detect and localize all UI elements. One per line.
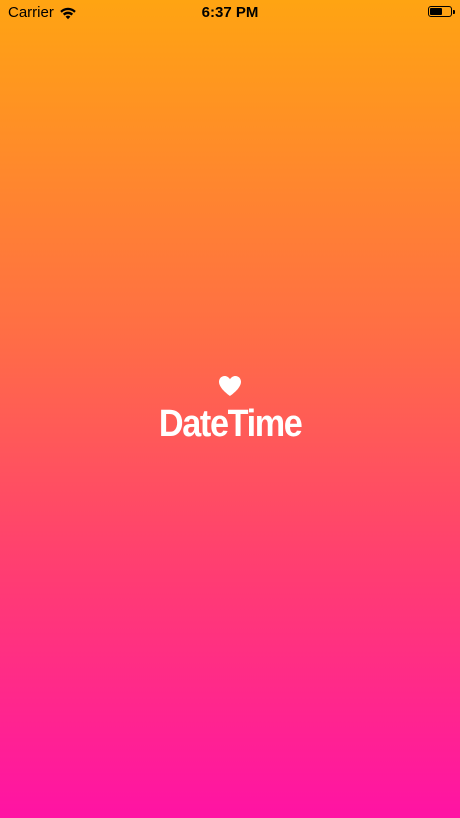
status-time: 6:37 PM (201, 4, 259, 21)
splash-screen: Carrier 6:37 PM DateTime (0, 0, 460, 818)
battery-icon (428, 6, 455, 17)
app-name: DateTime (158, 403, 303, 445)
app-logo: DateTime (0, 375, 460, 443)
status-bar: Carrier 6:37 PM (0, 0, 460, 24)
heart-icon (219, 376, 241, 396)
battery-level (430, 8, 442, 15)
